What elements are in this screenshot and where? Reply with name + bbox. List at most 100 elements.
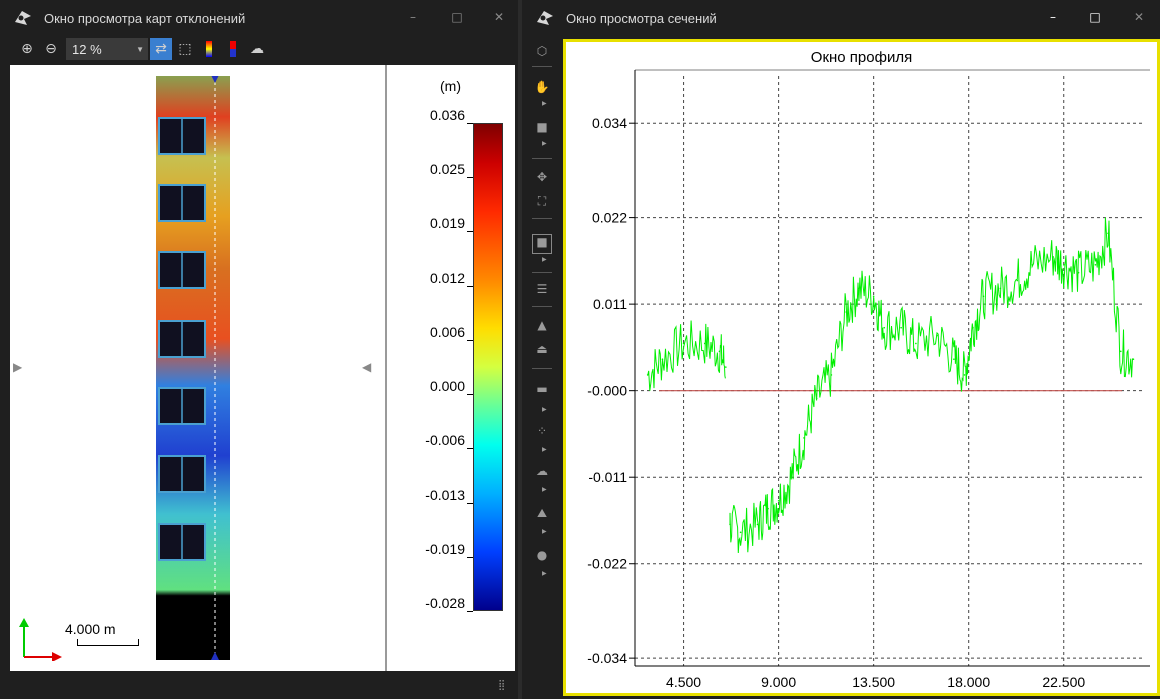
profile-data-point <box>703 342 706 345</box>
zoom-out-icon[interactable]: ⊖ <box>40 38 62 60</box>
profile-data-point <box>1094 264 1097 266</box>
profile-data-point <box>661 358 664 361</box>
profile-data-point <box>872 295 875 298</box>
colorbar-tick-label: 0.025 <box>429 161 465 178</box>
profile-data-point <box>756 523 759 526</box>
chevron-down-icon: ▼ <box>136 44 144 54</box>
colorbar-tick <box>467 502 473 504</box>
section-view-title: Окно просмотра сечений <box>566 10 717 26</box>
collapse-arrow-icon[interactable]: ◀ <box>362 360 371 374</box>
panel-divider[interactable] <box>385 65 387 671</box>
x-tick-label: 9.000 <box>761 674 796 690</box>
expand-arrow-icon[interactable]: ▶ <box>542 446 547 453</box>
surface-icon[interactable]: ▬ <box>534 382 550 396</box>
profile-data-point <box>790 476 793 479</box>
profile-panel[interactable]: Окно профиля 4.500 9.000 13.500 18.000 22.50… <box>563 39 1160 696</box>
scale-bar-label: 4.000 m <box>65 621 116 637</box>
y-tick-label: 0.022 <box>592 210 627 226</box>
profile-data-point <box>777 500 780 502</box>
profile-data-point <box>982 295 985 298</box>
select-region-icon[interactable]: ⬚ <box>174 38 196 60</box>
colorbar-tick <box>467 285 473 287</box>
colorbar-tick <box>467 448 473 450</box>
profile-series-line <box>647 217 1134 554</box>
y-tick-label: -0.034 <box>587 650 627 666</box>
profile-data-point <box>803 437 805 439</box>
scale-bar <box>77 639 139 646</box>
profile-data-point <box>815 397 818 400</box>
profile-data-point <box>1077 271 1080 274</box>
profile-data-point <box>718 350 721 353</box>
colorbar-tick-label: -0.013 <box>425 486 465 503</box>
profile-data-point <box>1107 232 1109 235</box>
maximize-button[interactable]: □ <box>446 6 468 28</box>
profile-data-point <box>1132 358 1135 361</box>
move-icon[interactable]: ✥ <box>534 170 550 184</box>
cloud-icon[interactable]: ☁ <box>246 38 268 60</box>
pan-icon[interactable]: ✋ <box>534 80 550 94</box>
deviation-map-title: Окно просмотра карт отклонений <box>44 10 246 26</box>
profile-data-point <box>900 326 902 329</box>
colorbar-tick <box>467 123 473 124</box>
color-scale-icon[interactable] <box>198 38 220 60</box>
colorbar-tick <box>467 231 473 233</box>
resize-grip-icon[interactable]: ⣿ <box>498 680 505 691</box>
close-button[interactable]: ✕ <box>1128 6 1150 28</box>
app-logo-icon <box>15 11 31 25</box>
expand-arrow-icon[interactable]: ▶ <box>542 570 547 577</box>
colorbar-tick <box>467 339 473 341</box>
expand-arrow-icon[interactable]: ▶ <box>542 406 547 413</box>
profile-data-point <box>1062 264 1065 266</box>
stack-icon[interactable]: ☰ <box>534 282 550 296</box>
expand-arrow-icon[interactable]: ▶ <box>542 140 547 147</box>
expand-left-icon[interactable]: ▶ <box>13 360 22 374</box>
y-tick-label: -0.000 <box>587 383 627 399</box>
profile-data-point <box>739 531 742 534</box>
profile-data-point <box>953 358 955 361</box>
colorbar-tick-label: 0.012 <box>429 269 465 286</box>
colorbar-tick <box>467 556 473 558</box>
minimize-button[interactable]: – <box>402 6 424 28</box>
cube-view-icon[interactable]: ⬡ <box>534 44 550 58</box>
expand-arrow-icon[interactable]: ▶ <box>542 486 547 493</box>
box-icon[interactable]: ■ <box>534 120 550 134</box>
two-color-scale-icon[interactable] <box>222 38 244 60</box>
minimize-button[interactable]: – <box>1042 6 1064 28</box>
swap-view-icon[interactable]: ⇄ <box>150 38 172 60</box>
colorbar-tick-label: 0.036 <box>429 107 465 123</box>
fit-view-icon[interactable]: ⛶ <box>534 194 550 208</box>
colorbar <box>473 123 503 611</box>
colorbar-unit: (m) <box>440 78 461 94</box>
section-side-toolbar: ⬡ ✋ ▶ ■ ▶ ✥ ⛶ ■ ▶ ☰ ▲ ⏏ ▬ ▶ ⁘ ▶ ☁ ▶ ⛰ ▶ … <box>522 36 560 699</box>
profile-chart[interactable]: 4.500 9.000 13.500 18.000 22.500 0.034 0.022 0.… <box>566 42 1157 693</box>
profile-data-point <box>858 287 860 290</box>
mesh-icon[interactable]: ☁ <box>534 464 550 478</box>
profile-data-point <box>883 326 886 329</box>
points-icon[interactable]: ⁘ <box>534 424 550 438</box>
sphere-icon[interactable]: ● <box>534 548 550 562</box>
facade-deviation-map <box>156 76 230 660</box>
deviation-map-canvas[interactable]: ▶ ◀ (m) 0.036 0.025 0.019 0.012 0.006 0.… <box>10 65 515 671</box>
close-button[interactable]: ✕ <box>488 6 510 28</box>
profile-data-point <box>963 374 966 376</box>
maximize-button[interactable]: □ <box>1084 6 1106 28</box>
profile-data-point <box>1052 256 1054 258</box>
zoom-in-icon[interactable]: ⊕ <box>16 38 38 60</box>
profile-data-point <box>729 523 731 526</box>
layer-box-icon[interactable]: ■ <box>532 234 552 254</box>
zoom-select[interactable]: 12 % ▼ <box>66 38 148 60</box>
colorbar-tick <box>467 611 473 612</box>
y-tick-label: 0.011 <box>593 296 627 312</box>
colorbar-tick-label: -0.019 <box>425 540 465 557</box>
expand-arrow-icon[interactable]: ▶ <box>542 100 547 107</box>
expand-arrow-icon[interactable]: ▶ <box>542 528 547 535</box>
terrain-icon[interactable]: ⛰ <box>534 506 550 520</box>
colorbar-tick <box>467 394 473 396</box>
colorbar-tick <box>467 177 473 179</box>
expand-arrow-icon[interactable]: ▶ <box>542 256 547 263</box>
level-icon[interactable]: ⏏ <box>534 342 550 356</box>
profile-data-point <box>972 326 974 329</box>
axis-orientation-icon <box>19 618 62 661</box>
triangle-icon[interactable]: ▲ <box>534 318 550 332</box>
x-tick-label: 18.000 <box>947 674 990 690</box>
